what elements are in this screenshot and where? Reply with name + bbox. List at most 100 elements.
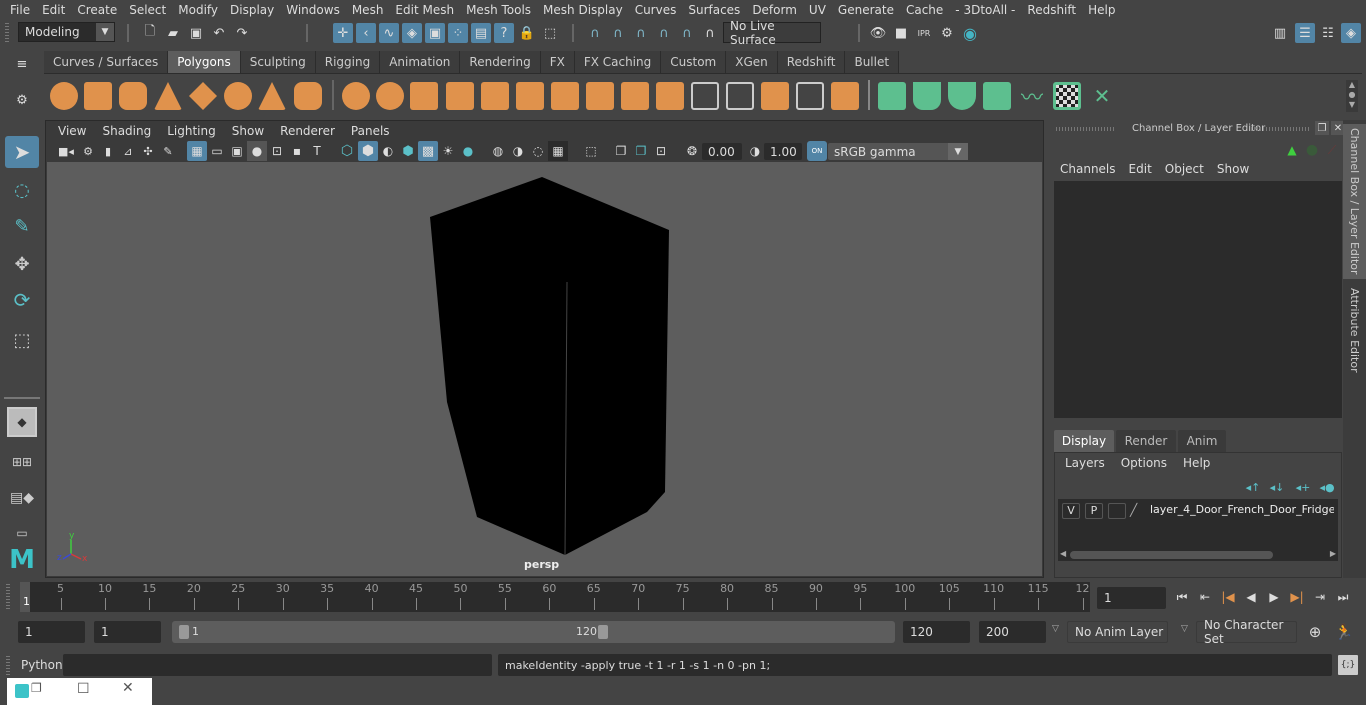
key-status-icon[interactable]: ● — [1302, 140, 1322, 160]
screen-space-ao-icon[interactable]: ◍ — [488, 141, 508, 161]
mirror-icon[interactable] — [410, 82, 438, 110]
vp-menu-shading[interactable]: Shading — [94, 124, 159, 138]
shelf-tab-xgen[interactable]: XGen — [726, 51, 778, 73]
cut-uv-icon[interactable]: ✕ — [1088, 82, 1116, 110]
cylindrical-mapping-icon[interactable] — [913, 82, 941, 110]
poly-pipe-icon[interactable] — [294, 82, 322, 110]
bookmark-icon[interactable]: ▮ — [98, 141, 118, 161]
restore-icon[interactable]: ❐ — [31, 681, 42, 695]
image-plane-icon[interactable]: ⊿ — [118, 141, 138, 161]
select-by-component-icon[interactable]: ∿ — [379, 23, 399, 43]
shelf-scroll[interactable]: ▲ ● ▼ — [1346, 80, 1358, 112]
snap-view-plane-icon[interactable]: ∩ — [654, 23, 674, 43]
rotate-tool-icon[interactable]: ⟳ — [5, 284, 39, 316]
vp-menu-renderer[interactable]: Renderer — [272, 124, 343, 138]
make-live-icon[interactable]: ∩ — [700, 23, 720, 43]
poly-sphere-icon[interactable] — [50, 82, 78, 110]
select-by-object-icon[interactable]: ‹ — [356, 23, 376, 43]
mode-selector[interactable]: Modeling ▼ — [18, 22, 115, 42]
move-tool-icon[interactable]: ✥ — [5, 248, 39, 280]
quad-draw-icon[interactable] — [761, 82, 789, 110]
menu-help[interactable]: Help — [1082, 3, 1121, 17]
new-layer-icon[interactable]: ◂+ — [1293, 477, 1313, 497]
menu-edit-mesh[interactable]: Edit Mesh — [389, 3, 460, 17]
select-uvs-icon[interactable]: ▤ — [471, 23, 491, 43]
cb-menu-show[interactable]: Show — [1217, 162, 1249, 176]
lock-icon[interactable]: 🔒 — [517, 23, 537, 43]
new-layer-selected-icon[interactable]: ◂● — [1317, 477, 1337, 497]
undo-icon[interactable]: ↶ — [209, 23, 229, 43]
resolution-gate-icon[interactable]: ▣ — [227, 141, 247, 161]
uv-checker-icon[interactable] — [1053, 82, 1081, 110]
select-misc-icon[interactable]: ? — [494, 23, 514, 43]
layer-playback-toggle[interactable]: P — [1085, 503, 1103, 519]
layer-tab-display[interactable]: Display — [1054, 430, 1114, 452]
menu-create[interactable]: Create — [71, 3, 123, 17]
grid-icon[interactable]: ▦ — [187, 141, 207, 161]
render-settings-icon[interactable]: ⚙ — [937, 23, 957, 43]
poly-plane-icon[interactable] — [189, 82, 217, 110]
xray-joints-icon[interactable]: ❐ — [631, 141, 651, 161]
snap-curve-icon[interactable]: ∩ — [608, 23, 628, 43]
layer-menu-help[interactable]: Help — [1183, 456, 1210, 470]
go-to-start-icon[interactable]: ⏮ — [1172, 587, 1192, 607]
character-set-dropdown[interactable]: No Character Set — [1196, 618, 1297, 646]
separate-icon[interactable] — [376, 82, 404, 110]
cb-menu-edit[interactable]: Edit — [1129, 162, 1165, 176]
hypershade-icon[interactable]: ◉ — [960, 23, 980, 43]
bridge-icon[interactable] — [551, 82, 579, 110]
exposure-icon[interactable]: ❂ — [682, 141, 702, 161]
layer-name[interactable]: layer_4_Door_French_Door_Fridge_Si — [1150, 503, 1334, 516]
extrude-icon[interactable] — [516, 82, 544, 110]
script-language-toggle[interactable]: Python — [21, 658, 63, 672]
layer-color-swatch[interactable]: ╱ — [1130, 503, 1144, 519]
unfold-uv-icon[interactable]: 〰 — [1018, 82, 1046, 111]
layer-menu-layers[interactable]: Layers — [1065, 456, 1121, 470]
slide-edge-icon[interactable] — [796, 82, 824, 110]
vp-menu-show[interactable]: Show — [224, 124, 272, 138]
scrollbar-thumb[interactable] — [1070, 551, 1273, 559]
vp-menu-view[interactable]: View — [50, 124, 94, 138]
planar-mapping-icon[interactable] — [878, 82, 906, 110]
attribute-editor-toggle-icon[interactable]: ☰ — [1295, 23, 1315, 43]
select-faces-icon[interactable]: ⁘ — [448, 23, 468, 43]
snap-grid-icon[interactable]: ∩ — [585, 23, 605, 43]
manipulator-axes-icon[interactable]: ▲ — [1282, 140, 1302, 160]
default-material-icon[interactable]: ◐ — [378, 141, 398, 161]
time-slider-handle[interactable] — [6, 584, 10, 610]
layer-tab-render[interactable]: Render — [1116, 430, 1176, 452]
gate-mask-icon[interactable]: ● — [247, 141, 267, 161]
append-polygon-icon[interactable] — [586, 82, 614, 110]
film-gate-icon[interactable]: ▭ — [207, 141, 227, 161]
shelf-menu-icon[interactable]: ≡ — [12, 54, 32, 74]
step-back-frame-icon[interactable]: ⇤ — [1195, 587, 1215, 607]
time-slider[interactable]: 1 5 10 15 20 25 30 35 40 45 50 55 60 65 70 75 80 85 90 95 1… — [20, 582, 1090, 612]
menu-select[interactable]: Select — [123, 3, 172, 17]
gamma-icon[interactable]: ◑ — [745, 141, 765, 161]
layer-list-hscrollbar[interactable]: ◀ ▶ — [1058, 549, 1338, 561]
menu-display[interactable]: Display — [224, 3, 280, 17]
color-management-toggle[interactable]: ON — [807, 141, 827, 161]
range-slider[interactable]: 1 120 — [172, 621, 895, 643]
menu-curves[interactable]: Curves — [629, 3, 683, 17]
four-view-layout-icon[interactable]: ⊞⊞ — [5, 446, 39, 478]
field-chart-icon[interactable]: ⊡ — [267, 141, 287, 161]
poly-torus-icon[interactable] — [224, 82, 252, 110]
drag-handle[interactable] — [5, 23, 9, 43]
step-forward-frame-icon[interactable]: ⇥ — [1310, 587, 1330, 607]
go-to-end-icon[interactable]: ⏭ — [1333, 587, 1353, 607]
close-icon[interactable]: ✕ — [122, 680, 134, 696]
script-editor-icon[interactable]: {;} — [1338, 655, 1358, 675]
anim-layer-chevron-icon[interactable]: ▽ — [1052, 624, 1059, 634]
poly-pyramid-icon[interactable] — [258, 82, 286, 110]
side-tab-channel-box[interactable]: Channel Box / Layer Editor — [1343, 124, 1366, 279]
maximize-icon[interactable]: ☐ — [77, 681, 90, 697]
shelf-tab-fx-caching[interactable]: FX Caching — [574, 51, 662, 73]
step-back-key-icon[interactable]: |◀ — [1218, 587, 1238, 607]
auto-key-icon[interactable]: ⊕ — [1305, 622, 1325, 642]
automatic-mapping-icon[interactable] — [983, 82, 1011, 110]
poly-cylinder-icon[interactable] — [119, 82, 147, 110]
shelf-tab-redshift[interactable]: Redshift — [777, 51, 846, 73]
select-edges-icon[interactable]: ▣ — [425, 23, 445, 43]
grease-pencil-icon[interactable]: ✎ — [158, 141, 178, 161]
